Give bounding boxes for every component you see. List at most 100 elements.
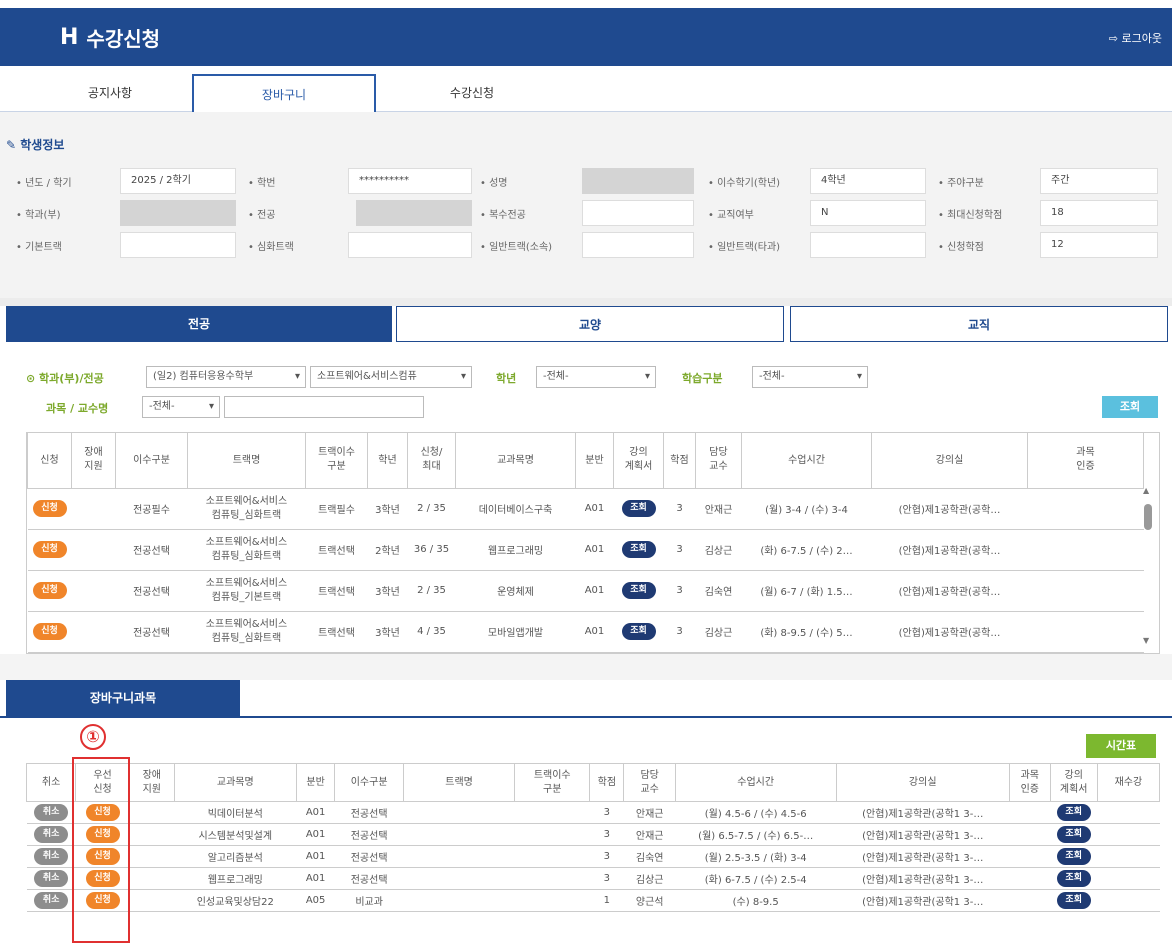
cell <box>71 488 116 530</box>
apply-button[interactable]: 신청 <box>32 582 67 599</box>
syllabus-button[interactable]: 조회 <box>621 582 656 599</box>
tab-cart[interactable]: 장바구니 <box>192 74 376 114</box>
field-label: • 년도 / 학기 <box>16 178 72 189</box>
search-button[interactable]: 조회 <box>1102 396 1158 418</box>
scroll-up-icon[interactable]: ▲ <box>1143 486 1149 495</box>
tab-major[interactable]: 전공 <box>6 306 392 342</box>
cell <box>1009 845 1051 868</box>
cell: 전공선택 <box>115 570 188 612</box>
scroll-thumb[interactable] <box>1144 504 1152 530</box>
cell <box>1097 823 1160 846</box>
section-gap <box>0 654 1172 680</box>
cell: 안재근 <box>695 488 742 530</box>
cell <box>1009 889 1051 912</box>
cancel-button[interactable]: 취소 <box>34 870 69 887</box>
field-name <box>582 168 694 194</box>
table-row: 취소 신청 빅데이터분석 A01 전공선택 3 안재근 (월) 4.5-6 / … <box>26 801 1160 824</box>
table-row: 신청 전공선택 소프트웨어&서비스 컴퓨팅_기본트랙 트랙선택 3학년 2 / 3… <box>27 570 1144 612</box>
tab-teaching[interactable]: 교직 <box>790 306 1168 342</box>
cell: A01 <box>575 529 614 571</box>
cell: (화) 8-9.5 / (수) 5… <box>741 611 872 653</box>
field-label: • 전공 <box>248 210 276 221</box>
field-label: • 주야구분 <box>938 178 984 189</box>
hanbat-logo-icon: H <box>60 24 79 50</box>
syllabus-button[interactable]: 조회 <box>1056 804 1091 821</box>
field-day-night: 주간 <box>1040 168 1158 194</box>
subject-select-value: -전체- <box>149 401 175 412</box>
syllabus-button[interactable]: 조회 <box>1056 892 1091 909</box>
cell: (안협)제1공학관(공학… <box>871 570 1028 612</box>
chevron-down-icon: ▾ <box>294 371 300 382</box>
subject-search-input[interactable] <box>224 396 424 418</box>
field-year-term: 2025 / 2학기 <box>120 168 236 194</box>
header-cell: 이수구분 <box>115 433 188 489</box>
syllabus-button[interactable]: 조회 <box>1056 848 1091 865</box>
cell: (안협)제1공학관(공학1 3-… <box>836 889 1010 912</box>
logout-icon: ⇨ <box>1108 32 1122 45</box>
dept-select[interactable]: (일2) 컴퓨터응용수학부 ▾ <box>146 366 306 388</box>
cell: 3학년 <box>367 488 408 530</box>
cell: 2 / 35 <box>407 570 456 612</box>
cell: (안협)제1공학관(공학… <box>871 529 1028 571</box>
course-list-scrollbar[interactable]: ▲ ▼ <box>1140 486 1154 652</box>
student-info-title-text: 학생정보 <box>20 138 65 152</box>
cell: (월) 4.5-6 / (수) 4.5-6 <box>675 801 836 824</box>
year-select-value: -전체- <box>543 371 569 382</box>
cell <box>1097 801 1160 824</box>
major-select-value: 소프트웨어&서비스컴퓨 <box>317 371 417 382</box>
cell: A01 <box>575 488 614 530</box>
cell: 36 / 35 <box>407 529 456 571</box>
cell: 모바일앱개발 <box>455 611 576 653</box>
header-cell: 트랙명 <box>187 433 306 489</box>
header-cell: 분반 <box>295 763 336 802</box>
cell: 김숙연 <box>623 845 676 868</box>
apply-button[interactable]: 신청 <box>32 623 67 640</box>
field-teaching: N <box>810 200 926 226</box>
cancel-button[interactable]: 취소 <box>34 826 69 843</box>
cell: 전공선택 <box>115 611 188 653</box>
syllabus-button[interactable]: 조회 <box>621 541 656 558</box>
subject-select[interactable]: -전체- ▾ <box>142 396 220 418</box>
cell: 소프트웨어&서비스 컴퓨팅_심화트랙 <box>187 611 306 653</box>
cell <box>514 801 590 824</box>
cancel-button[interactable]: 취소 <box>34 804 69 821</box>
cell: 트랙선택 <box>305 570 368 612</box>
logout-link[interactable]: ⇨ 로그아웃 <box>1109 30 1162 46</box>
year-select[interactable]: -전체- ▾ <box>536 366 656 388</box>
cell <box>71 570 116 612</box>
timetable-button[interactable]: 시간표 <box>1086 734 1156 758</box>
cell <box>129 889 175 912</box>
cell: 전공선택 <box>334 801 404 824</box>
cell: (안협)제1공학관(공학1 3-… <box>836 845 1010 868</box>
cell: 안재근 <box>623 801 676 824</box>
tab-notice[interactable]: 공지사항 <box>30 74 190 112</box>
field-label: • 일반트랙(타과) <box>708 242 781 253</box>
major-select[interactable]: 소프트웨어&서비스컴퓨 ▾ <box>310 366 472 388</box>
apply-button[interactable]: 신청 <box>32 500 67 517</box>
cell: 3 <box>589 801 624 824</box>
field-label: • 학번 <box>248 178 276 189</box>
header-cell: 과목 인증 <box>1008 763 1051 802</box>
syllabus-button[interactable]: 조회 <box>621 623 656 640</box>
cell <box>71 529 116 571</box>
field-label: • 교직여부 <box>708 210 754 221</box>
cell <box>129 823 175 846</box>
scroll-down-icon[interactable]: ▼ <box>1143 636 1149 645</box>
type-select[interactable]: -전체- ▾ <box>752 366 868 388</box>
syllabus-button[interactable]: 조회 <box>1056 870 1091 887</box>
tab-liberal-arts[interactable]: 교양 <box>396 306 784 342</box>
field-label: • 이수학기(학년) <box>708 178 781 189</box>
tab-registration[interactable]: 수강신청 <box>380 74 564 112</box>
cell <box>1027 488 1144 530</box>
field-basic-track <box>120 232 236 258</box>
cancel-button[interactable]: 취소 <box>34 892 69 909</box>
cancel-button[interactable]: 취소 <box>34 848 69 865</box>
header-cell: 학점 <box>589 763 625 802</box>
priority-column-highlight <box>72 757 130 943</box>
syllabus-button[interactable]: 조회 <box>621 500 656 517</box>
cell: 3 <box>589 823 624 846</box>
cell: A01 <box>575 570 614 612</box>
cell: (안협)제1공학관(공학1 3-… <box>836 823 1010 846</box>
apply-button[interactable]: 신청 <box>32 541 67 558</box>
syllabus-button[interactable]: 조회 <box>1056 826 1091 843</box>
